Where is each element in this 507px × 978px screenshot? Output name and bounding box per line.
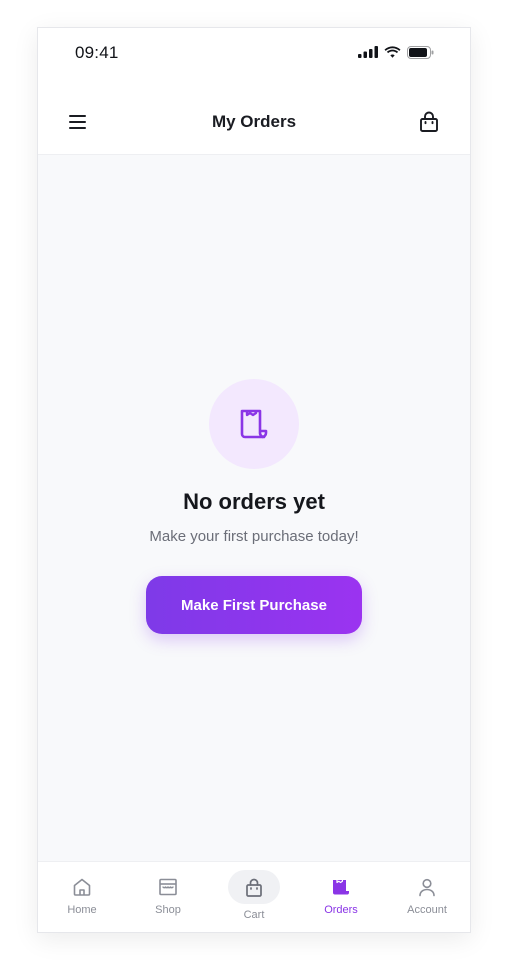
app-header: My Orders xyxy=(38,88,470,155)
battery-icon xyxy=(407,45,434,59)
receipt-icon xyxy=(240,409,268,439)
status-bar: 09:41 xyxy=(38,28,470,88)
storefront-icon xyxy=(159,878,177,896)
status-time: 09:41 xyxy=(75,43,119,62)
empty-state-subtitle: Make your first purchase today! xyxy=(149,528,359,545)
nav-label-shop: Shop xyxy=(155,904,181,916)
receipt-icon xyxy=(333,880,349,895)
nav-label-orders: Orders xyxy=(324,904,358,916)
bottom-nav: Home Shop Cart Orders Account xyxy=(38,861,470,932)
empty-state-icon-circle xyxy=(209,379,299,469)
home-icon xyxy=(73,878,91,896)
phone-screen: 09:41 My Orders No orders yet Make your … xyxy=(37,27,471,933)
page-title: My Orders xyxy=(211,112,297,131)
nav-label-home: Home xyxy=(67,904,97,916)
shopping-bag-button[interactable] xyxy=(418,111,440,133)
nav-item-shop[interactable]: Shop xyxy=(132,862,204,932)
wifi-icon xyxy=(384,46,401,58)
empty-state: No orders yet Make your first purchase t… xyxy=(38,154,470,860)
make-first-purchase-button[interactable]: Make First Purchase xyxy=(146,576,362,634)
nav-label-account: Account xyxy=(407,904,447,916)
nav-label-cart: Cart xyxy=(243,909,265,921)
nav-item-cart[interactable]: Cart xyxy=(218,862,290,932)
nav-item-account[interactable]: Account xyxy=(391,862,463,932)
empty-state-title: No orders yet xyxy=(183,489,325,514)
cellular-signal-icon xyxy=(358,46,378,58)
user-icon xyxy=(419,878,435,897)
bag-icon xyxy=(246,878,262,897)
status-icons xyxy=(358,45,434,59)
nav-item-home[interactable]: Home xyxy=(46,862,118,932)
nav-item-orders[interactable]: Orders xyxy=(305,862,377,932)
shopping-bag-icon xyxy=(420,111,438,132)
